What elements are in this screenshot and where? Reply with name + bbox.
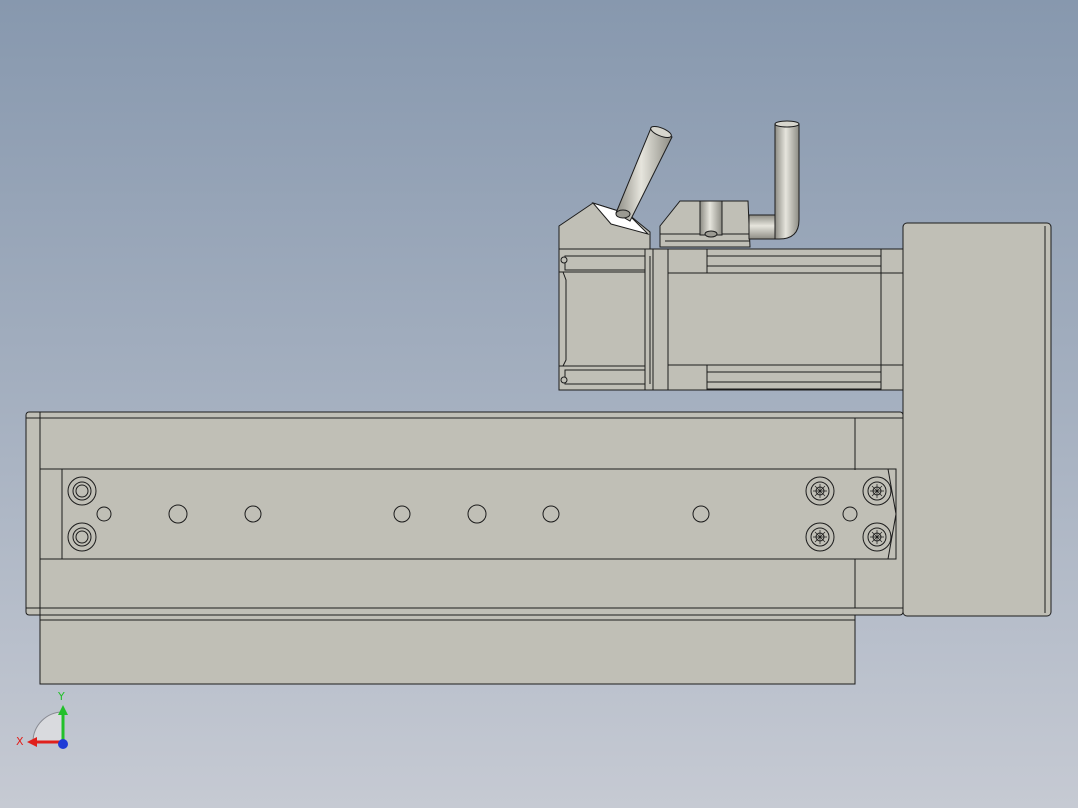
- cap-screw: [560, 256, 568, 264]
- x-axis-arrow: [27, 737, 37, 747]
- axis-triad: X Y: [16, 690, 68, 749]
- power-connector: [659, 120, 800, 248]
- through-hole: [542, 505, 560, 523]
- servo-motor: [558, 248, 904, 391]
- encoder-rib-top: [564, 255, 646, 271]
- lower-rail-profile: [39, 611, 856, 685]
- pin-hole: [842, 506, 858, 522]
- encoder-connector: [558, 125, 673, 250]
- counterbore-hole: [67, 522, 97, 552]
- y-axis-arrow: [58, 705, 68, 715]
- connector-cable: [615, 127, 673, 222]
- end-housing: [902, 222, 1052, 617]
- cad-drawing[interactable]: X Y: [0, 0, 1078, 808]
- cad-viewport[interactable]: X Y: [0, 0, 1078, 808]
- pulley-cover: [902, 222, 1052, 617]
- triad-quadrant: [32, 711, 64, 743]
- elbow-cable-vertical: [774, 123, 800, 240]
- socket-screw: [805, 476, 835, 506]
- power-connector-plug: [699, 200, 723, 236]
- socket-screw: [805, 522, 835, 552]
- encoder-rib-bottom: [564, 369, 646, 385]
- pin-hole: [96, 506, 112, 522]
- through-hole: [393, 505, 411, 523]
- motor-rib-top: [706, 248, 882, 274]
- through-hole: [244, 505, 262, 523]
- socket-screw: [862, 522, 892, 552]
- through-hole: [168, 504, 188, 524]
- socket-screw: [862, 476, 892, 506]
- y-axis-label: Y: [57, 690, 65, 703]
- cap-screw: [560, 376, 568, 384]
- through-hole: [467, 504, 487, 524]
- through-hole: [692, 505, 710, 523]
- motor-rib-bottom: [706, 364, 882, 390]
- counterbore-hole: [67, 476, 97, 506]
- x-axis-label: X: [16, 735, 24, 748]
- z-axis-dot: [58, 739, 68, 749]
